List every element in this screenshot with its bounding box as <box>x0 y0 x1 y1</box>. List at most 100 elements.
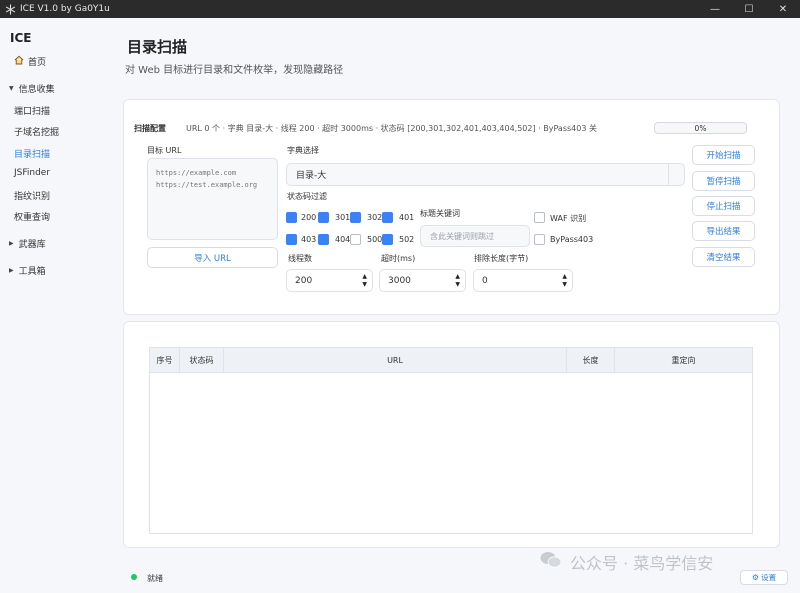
title-keyword-label: 标题关键词 <box>420 209 460 218</box>
target-url-input[interactable] <box>147 158 278 240</box>
bypass403-checkbox[interactable] <box>534 234 545 245</box>
status-404-label: 404 <box>335 235 351 244</box>
step-down-icon[interactable]: ▼ <box>562 281 567 289</box>
status-dot-icon <box>131 574 137 580</box>
sidebar-group-info[interactable]: ▼ 信息收集 <box>9 82 55 95</box>
main-content: 目录扫描 对 Web 目标进行目录和文件枚举，发现隐藏路径 扫描配置 URL 0… <box>110 18 800 593</box>
step-up-icon[interactable]: ▲ <box>562 273 567 281</box>
home-icon <box>14 55 24 68</box>
wechat-icon <box>540 551 562 573</box>
step-down-icon[interactable]: ▼ <box>362 281 367 289</box>
step-up-icon[interactable]: ▲ <box>455 273 460 281</box>
dict-select-label: 字典选择 <box>287 146 319 155</box>
caret-right-icon: ▶ <box>9 240 14 247</box>
status-301-label: 301 <box>335 213 351 222</box>
status-500-checkbox[interactable] <box>350 234 361 245</box>
window-title: ICE V1.0 by Ga0Y1u <box>20 4 110 14</box>
minimize-button[interactable]: — <box>698 0 732 18</box>
sidebar-group-toolbox-label: 工具箱 <box>18 267 46 277</box>
bypass403-label: ByPass403 <box>550 235 594 244</box>
exclude-length-label: 排除长度(字节) <box>474 254 529 263</box>
status-text: 就绪 <box>147 574 163 583</box>
watermark-text: 公众号 · 菜鸟学信安 <box>570 554 714 573</box>
sidebar: ICE 首页 ▼ 信息收集 端口扫描 子域名挖掘 目录扫描 JSFinder 指… <box>0 18 110 593</box>
page-title: 目录扫描 <box>127 38 188 56</box>
status-502-checkbox[interactable] <box>382 234 393 245</box>
scan-config-summary: URL 0 个 · 字典 目录-大 · 线程 200 · 超时 3000ms ·… <box>186 124 597 133</box>
start-scan-button[interactable]: 开始扫描 <box>692 145 755 165</box>
settings-button-label: 设置 <box>761 573 777 582</box>
import-url-button[interactable]: 导入 URL <box>147 247 278 268</box>
status-403-label: 403 <box>301 235 317 244</box>
watermark: 公众号 · 菜鸟学信安 <box>540 550 713 574</box>
col-index[interactable]: 序号 <box>150 348 180 373</box>
col-status[interactable]: 状态码 <box>180 348 224 373</box>
status-302-label: 302 <box>367 213 383 222</box>
progress-text: 0% <box>694 123 707 133</box>
timeout-value: 3000 <box>388 275 411 286</box>
timeout-stepper[interactable]: 3000 ▲ ▼ <box>379 269 466 292</box>
exclude-length-value: 0 <box>482 275 488 286</box>
sidebar-group-arsenal-label: 武器库 <box>18 240 46 250</box>
status-502-label: 502 <box>399 235 415 244</box>
col-length[interactable]: 长度 <box>567 348 615 373</box>
waf-label: WAF 识别 <box>550 214 587 223</box>
page-subtitle: 对 Web 目标进行目录和文件枚举，发现隐藏路径 <box>125 65 344 76</box>
title-keyword-input[interactable]: 含此关键词则跳过 <box>420 225 530 247</box>
gear-icon: ⚙ <box>751 573 760 582</box>
sidebar-item-jsfinder[interactable]: JSFinder <box>14 168 50 178</box>
stop-scan-button[interactable]: 停止扫描 <box>692 196 755 216</box>
status-404-checkbox[interactable] <box>318 234 329 245</box>
status-302-checkbox[interactable] <box>350 212 361 223</box>
dict-select[interactable]: 目录-大 <box>286 163 685 186</box>
sidebar-item-fingerprint[interactable]: 指纹识别 <box>14 189 50 202</box>
sidebar-item-home[interactable]: 首页 <box>14 55 46 68</box>
status-200-checkbox[interactable] <box>286 212 297 223</box>
maximize-button[interactable]: ☐ <box>732 0 766 18</box>
close-button[interactable]: ✕ <box>766 0 800 18</box>
results-card: 序号 状态码 URL 长度 重定向 <box>123 321 780 548</box>
exclude-length-stepper[interactable]: 0 ▲ ▼ <box>473 269 573 292</box>
col-redirect[interactable]: 重定向 <box>615 348 752 373</box>
waf-checkbox[interactable] <box>534 212 545 223</box>
clear-results-button[interactable]: 清空结果 <box>692 247 755 267</box>
dict-select-value: 目录-大 <box>296 171 327 181</box>
export-results-button[interactable]: 导出结果 <box>692 221 755 241</box>
sidebar-item-port-scan[interactable]: 端口扫描 <box>14 104 50 117</box>
threads-stepper[interactable]: 200 ▲ ▼ <box>286 269 373 292</box>
timeout-label: 超时(ms) <box>381 254 416 263</box>
status-500-label: 500 <box>367 235 383 244</box>
results-table[interactable]: 序号 状态码 URL 长度 重定向 <box>149 347 753 534</box>
col-url[interactable]: URL <box>224 348 567 373</box>
status-403-checkbox[interactable] <box>286 234 297 245</box>
step-down-icon[interactable]: ▼ <box>455 281 460 289</box>
step-up-icon[interactable]: ▲ <box>362 273 367 281</box>
sidebar-item-weight[interactable]: 权重查询 <box>14 210 50 223</box>
title-bar: ICE V1.0 by Ga0Y1u — ☐ ✕ <box>0 0 800 18</box>
sidebar-item-dir-scan[interactable]: 目录扫描 <box>14 147 50 160</box>
caret-right-icon: ▶ <box>9 267 14 274</box>
target-url-label: 目标 URL <box>147 146 182 155</box>
sidebar-group-toolbox[interactable]: ▶ 工具箱 <box>9 264 46 277</box>
progress-bar: 0% <box>654 122 747 134</box>
status-200-label: 200 <box>301 213 317 222</box>
sidebar-group-info-label: 信息收集 <box>18 85 55 95</box>
app-brand: ICE <box>10 31 32 45</box>
status-401-checkbox[interactable] <box>382 212 393 223</box>
sidebar-item-home-label: 首页 <box>28 58 47 68</box>
settings-button[interactable]: ⚙ 设置 <box>740 570 788 585</box>
status-filter-label: 状态码过滤 <box>287 192 327 201</box>
dropdown-arrow[interactable] <box>668 164 684 185</box>
status-401-label: 401 <box>399 213 415 222</box>
snowflake-icon <box>4 3 16 15</box>
pause-scan-button[interactable]: 暂停扫描 <box>692 171 755 191</box>
sidebar-item-subdomain[interactable]: 子域名挖掘 <box>14 125 59 138</box>
scan-config-label: 扫描配置 <box>134 124 166 133</box>
scan-config-card: 扫描配置 URL 0 个 · 字典 目录-大 · 线程 200 · 超时 300… <box>123 99 780 315</box>
threads-label: 线程数 <box>288 254 312 263</box>
table-header: 序号 状态码 URL 长度 重定向 <box>150 348 752 373</box>
threads-value: 200 <box>295 275 313 286</box>
status-301-checkbox[interactable] <box>318 212 329 223</box>
sidebar-group-arsenal[interactable]: ▶ 武器库 <box>9 237 46 250</box>
caret-down-icon: ▼ <box>9 85 14 92</box>
